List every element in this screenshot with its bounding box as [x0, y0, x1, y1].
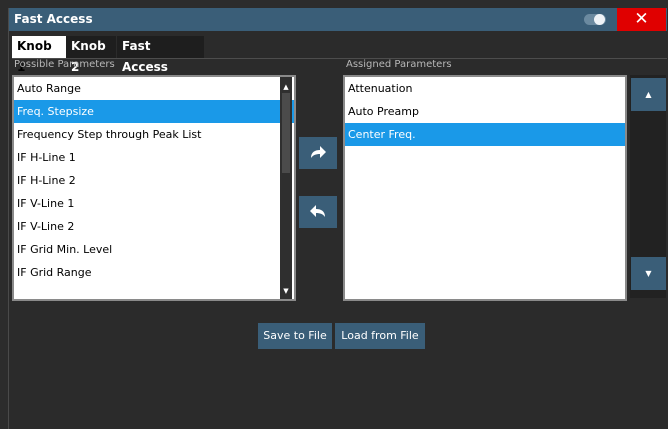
list-item[interactable]: IF Grid Range: [14, 261, 294, 284]
close-icon: ✕: [634, 9, 649, 29]
list-item[interactable]: IF Grid Min. Level: [14, 238, 294, 261]
possible-parameters-label: Possible Parameters: [14, 59, 115, 70]
list-item[interactable]: IF V-Line 1: [14, 192, 294, 215]
add-parameter-button[interactable]: [299, 137, 337, 169]
scroll-up-icon[interactable]: ▲: [280, 83, 292, 91]
close-button[interactable]: ✕: [617, 8, 666, 31]
list-item[interactable]: Auto Range: [14, 77, 294, 100]
possible-parameters-list: Auto Range Freq. Stepsize Frequency Step t…: [12, 75, 296, 301]
down-triangle-icon: ▼: [645, 269, 652, 278]
add-arrow-icon: [311, 146, 326, 158]
assigned-parameters-list: Attenuation Auto Preamp Center Freq.: [343, 75, 627, 301]
tab-knob-1[interactable]: Knob 1: [12, 36, 66, 74]
remove-parameter-button[interactable]: [299, 196, 337, 228]
toggle-switch[interactable]: [584, 14, 606, 25]
remove-arrow-icon: [310, 205, 325, 217]
move-up-button[interactable]: ▲: [631, 78, 666, 111]
tab-fast-access[interactable]: Fast Access: [117, 36, 204, 74]
dialog-title: Fast Access: [14, 12, 93, 26]
list-item[interactable]: Frequency Step through Peak List: [14, 123, 294, 146]
fast-access-dialog: Fast Access ✕ Knob 1 Knob 2 Fast Access …: [8, 8, 667, 429]
list-item[interactable]: IF V-Line 2: [14, 215, 294, 238]
scroll-thumb[interactable]: [282, 93, 290, 173]
list-item[interactable]: Center Freq.: [345, 123, 625, 146]
move-down-button[interactable]: ▼: [631, 257, 666, 290]
up-triangle-icon: ▲: [645, 90, 652, 99]
list-item[interactable]: Attenuation: [345, 77, 625, 100]
list-item[interactable]: Auto Preamp: [345, 100, 625, 123]
toggle-knob: [594, 14, 605, 25]
title-bar: Fast Access ✕: [9, 8, 667, 31]
load-from-file-button[interactable]: Load from File: [335, 323, 425, 349]
save-to-file-button[interactable]: Save to File: [258, 323, 332, 349]
tab-knob-2[interactable]: Knob 2: [66, 36, 116, 74]
possible-list-scrollbar[interactable]: ▲ ▼: [280, 77, 292, 299]
list-item[interactable]: IF H-Line 2: [14, 169, 294, 192]
assigned-parameters-label: Assigned Parameters: [346, 59, 452, 70]
scroll-down-icon[interactable]: ▼: [280, 287, 292, 295]
list-item[interactable]: IF H-Line 1: [14, 146, 294, 169]
list-item[interactable]: Freq. Stepsize: [14, 100, 294, 123]
